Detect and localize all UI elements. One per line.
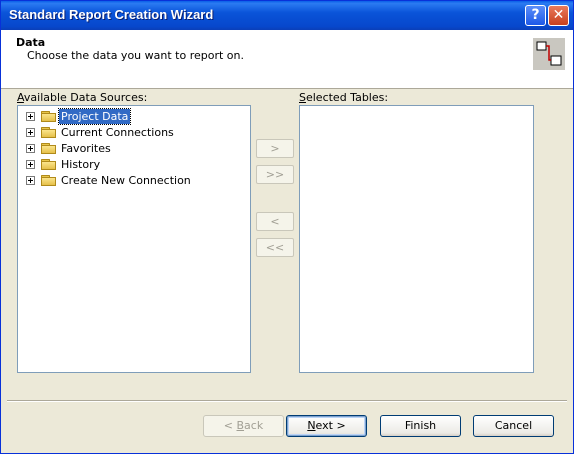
wizard-window: Standard Report Creation Wizard ? ✕ Data… [0,0,574,454]
cancel-button[interactable]: Cancel [473,415,554,437]
tree-item-label: Favorites [61,142,111,155]
back-button[interactable]: < Back [203,415,284,437]
help-button[interactable]: ? [525,5,546,26]
selected-tables-label: Selected Tables: [299,91,389,104]
selected-tables-list[interactable] [299,105,534,373]
next-button[interactable]: Next > [286,415,367,437]
tree-item-label: Create New Connection [61,174,191,187]
folder-icon [41,127,57,139]
available-sources-tree[interactable]: Project Data Current Connections Favorit… [17,105,251,373]
add-button[interactable]: > [256,139,294,158]
expand-icon[interactable] [26,144,35,153]
remove-all-button[interactable]: << [256,238,294,257]
folder-icon [41,143,57,155]
folder-icon [41,159,57,171]
tree-item-label: Current Connections [61,126,174,139]
expand-icon[interactable] [26,176,35,185]
expand-icon[interactable] [26,112,35,121]
page-subtitle: Choose the data you want to report on. [27,49,244,62]
available-sources-label: Available Data Sources: [17,91,148,104]
title-bar[interactable]: Standard Report Creation Wizard ? ✕ [1,1,573,30]
folder-icon [41,111,57,123]
add-all-button[interactable]: >> [256,165,294,184]
expand-icon[interactable] [26,128,35,137]
close-button[interactable]: ✕ [548,5,569,26]
tree-item-label: Project Data [57,108,132,125]
window-title: Standard Report Creation Wizard [9,7,214,22]
expand-icon[interactable] [26,160,35,169]
data-link-icon [533,38,565,70]
finish-button[interactable]: Finish [380,415,461,437]
tree-item-label: History [61,158,101,171]
remove-button[interactable]: < [256,212,294,231]
wizard-header: Data Choose the data you want to report … [1,30,573,89]
page-title: Data [16,36,46,49]
folder-icon [41,175,57,187]
footer-divider [7,400,567,402]
